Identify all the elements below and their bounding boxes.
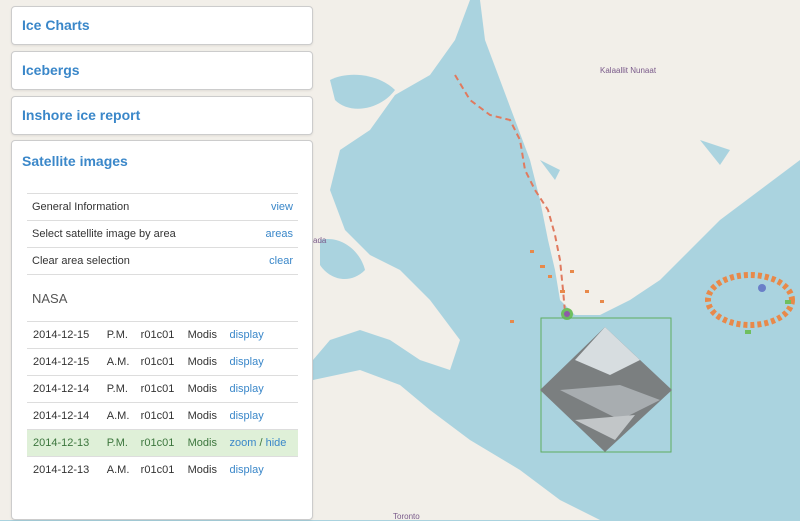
info-label: Clear area selection (27, 247, 245, 275)
image-tile: r01c01 (134, 321, 182, 349)
panel-inshore[interactable]: Inshore ice report (11, 96, 313, 135)
image-date: 2014-12-13 (27, 456, 101, 483)
image-row: 2014-12-13 A.M. r01c01 Modis display (27, 456, 298, 483)
info-row-general: General Information view (27, 193, 298, 221)
hide-link[interactable]: hide (266, 437, 287, 449)
image-tile: r01c01 (134, 348, 182, 376)
image-row: 2014-12-14 P.M. r01c01 Modis display (27, 375, 298, 403)
inshore-ice-report-header[interactable]: Inshore ice report (22, 107, 140, 123)
image-tile: r01c01 (134, 375, 182, 403)
image-date: 2014-12-14 (27, 402, 101, 430)
image-sensor: Modis (181, 402, 224, 430)
image-tile: r01c01 (134, 456, 182, 483)
map-label-greenland: Kalaallit Nunaat (600, 66, 657, 75)
map-label-canada: ada (313, 236, 327, 245)
info-row-clear-area: Clear area selection clear (27, 247, 298, 275)
image-row: 2014-12-15 P.M. r01c01 Modis display (27, 321, 298, 349)
image-sensor: Modis (181, 348, 224, 376)
image-time: P.M. (100, 375, 135, 403)
display-link[interactable]: display (229, 410, 263, 422)
clear-link[interactable]: clear (269, 255, 293, 267)
satellite-info-table: General Information view Select satellit… (27, 193, 298, 275)
image-time: A.M. (100, 348, 135, 376)
image-row-selected: 2014-12-13 P.M. r01c01 Modis zoom / hide (27, 429, 298, 457)
image-sensor: Modis (181, 429, 224, 457)
image-tile: r01c01 (134, 429, 182, 457)
icebergs-header[interactable]: Icebergs (22, 62, 80, 78)
panel-satellite-images: Satellite images General Information vie… (11, 140, 313, 520)
image-time: A.M. (100, 456, 135, 483)
image-time: P.M. (100, 429, 135, 457)
image-sensor: Modis (181, 375, 224, 403)
image-date: 2014-12-15 (27, 321, 101, 349)
panel-icebergs[interactable]: Icebergs (11, 51, 313, 90)
image-date: 2014-12-14 (27, 375, 101, 403)
separator: / (259, 437, 263, 449)
display-link[interactable]: display (229, 329, 263, 341)
view-link[interactable]: view (271, 201, 293, 213)
satellite-image-table: 2014-12-15 P.M. r01c01 Modis display 201… (27, 321, 298, 483)
image-tile: r01c01 (134, 402, 182, 430)
satellite-images-header[interactable]: Satellite images (22, 153, 128, 169)
info-label: General Information (27, 193, 245, 221)
image-time: P.M. (100, 321, 135, 349)
image-row: 2014-12-14 A.M. r01c01 Modis display (27, 402, 298, 430)
display-link[interactable]: display (229, 464, 263, 476)
info-label: Select satellite image by area (27, 220, 245, 248)
display-link[interactable]: display (229, 356, 263, 368)
zoom-link[interactable]: zoom (229, 437, 256, 449)
info-row-select-area: Select satellite image by area areas (27, 220, 298, 248)
display-link[interactable]: display (229, 383, 263, 395)
image-row: 2014-12-15 A.M. r01c01 Modis display (27, 348, 298, 376)
areas-link[interactable]: areas (265, 228, 293, 240)
image-sensor: Modis (181, 321, 224, 349)
ice-charts-header[interactable]: Ice Charts (22, 17, 90, 33)
source-heading-nasa: NASA (32, 291, 68, 306)
panel-ice-charts[interactable]: Ice Charts (11, 6, 313, 45)
image-date: 2014-12-13 (27, 429, 101, 457)
image-sensor: Modis (181, 456, 224, 483)
image-time: A.M. (100, 402, 135, 430)
image-date: 2014-12-15 (27, 348, 101, 376)
